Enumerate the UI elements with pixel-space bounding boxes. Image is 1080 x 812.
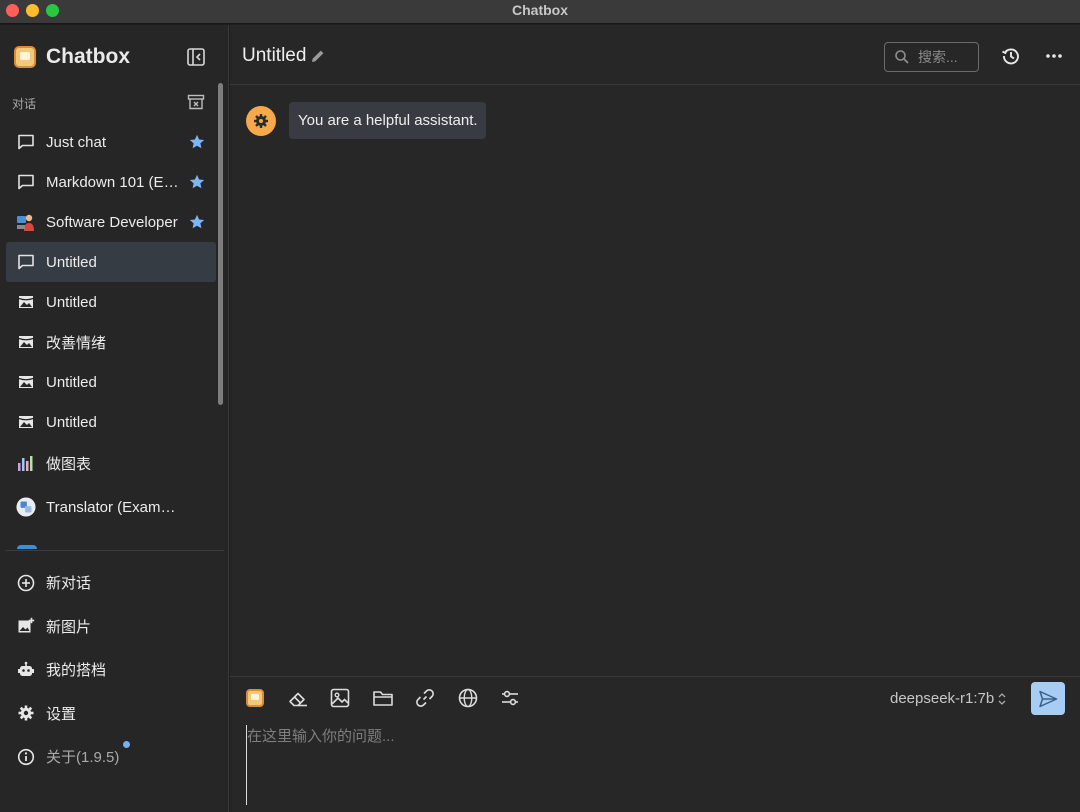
info-icon: [16, 747, 36, 767]
edit-title-icon[interactable]: [310, 48, 326, 64]
copilot-picker-button[interactable]: [244, 687, 266, 709]
conversation-label: Untitled: [46, 373, 97, 391]
system-avatar-gear-icon[interactable]: [246, 106, 276, 136]
composer: deepseek-r1:7b: [230, 676, 1080, 812]
system-message: You are a helpful assistant.: [246, 102, 486, 139]
chat-bubble-icon: [16, 252, 36, 272]
divider: [6, 550, 224, 551]
archive-clear-icon[interactable]: [187, 94, 205, 110]
image-icon: [16, 292, 36, 312]
add-image-icon: [16, 616, 36, 636]
conversation-item[interactable]: Untitled: [6, 362, 216, 402]
my-copilots-button[interactable]: 我的搭档: [6, 648, 222, 692]
conversation-label: Untitled: [46, 253, 97, 271]
search-icon: [895, 50, 909, 64]
chat-settings-button[interactable]: [499, 687, 521, 709]
sidebar-menu: 新对话 新图片 我的搭档 设置 关于(1.9.5): [6, 561, 222, 779]
conversation-item[interactable]: Untitled: [6, 282, 216, 322]
conversation-list: Just chat Markdown 101 (Example) Softwar…: [6, 122, 216, 530]
model-name: deepseek-r1:7b: [890, 690, 995, 707]
conversation-item[interactable]: Just chat: [6, 122, 216, 162]
model-selector[interactable]: deepseek-r1:7b: [890, 690, 1007, 707]
conversation-label: Untitled: [46, 413, 97, 431]
about-label: 关于(1.9.5): [46, 749, 120, 767]
my-copilots-label: 我的搭档: [46, 662, 107, 680]
about-button[interactable]: 关于(1.9.5): [6, 735, 222, 779]
sliders-icon: [502, 690, 518, 706]
link-icon: [416, 689, 434, 707]
chart-avatar-icon: [16, 453, 36, 473]
conversation-item[interactable]: Untitled: [6, 402, 216, 442]
brand: Chatbox: [14, 45, 130, 69]
new-image-button[interactable]: 新图片: [6, 605, 222, 649]
window-title: Chatbox: [512, 2, 568, 18]
send-icon: [1039, 690, 1058, 707]
send-button[interactable]: [1031, 682, 1065, 715]
search-box[interactable]: [884, 42, 979, 72]
image-icon: [16, 372, 36, 392]
globe-icon: [458, 688, 477, 708]
brand-name: Chatbox: [46, 45, 130, 68]
chat-header: Untitled: [230, 25, 1080, 85]
eraser-icon: [288, 692, 307, 707]
image-icon: [16, 332, 36, 352]
attach-link-button[interactable]: [414, 687, 436, 709]
new-chat-label: 新对话: [46, 575, 92, 593]
composer-toolbar: [244, 687, 542, 709]
sidebar-scrollbar[interactable]: [218, 83, 223, 405]
conversation-title: Untitled: [242, 45, 307, 66]
chat-bubble-icon: [16, 132, 36, 152]
history-icon[interactable]: [1001, 46, 1021, 66]
more-options-icon[interactable]: [1044, 46, 1064, 66]
conversation-label: Just chat: [46, 133, 107, 151]
gear-icon: [16, 703, 36, 723]
conversation-label: Markdown 101 (Example): [46, 173, 179, 191]
developer-avatar-icon: [16, 212, 36, 232]
folder-icon: [372, 691, 393, 706]
clear-context-button[interactable]: [287, 687, 309, 709]
star-icon[interactable]: [188, 133, 206, 151]
conversation-label: 改善情绪: [46, 334, 107, 352]
attach-image-button[interactable]: [329, 687, 351, 709]
system-message-bubble[interactable]: You are a helpful assistant.: [289, 102, 486, 139]
chatbox-logo-icon: [14, 46, 36, 68]
conversation-label: Untitled: [46, 293, 97, 311]
conversation-item[interactable]: Software Developer: [6, 202, 216, 242]
star-icon[interactable]: [188, 173, 206, 191]
message-input[interactable]: [246, 725, 1046, 805]
chat-bubble-icon: [16, 172, 36, 192]
web-search-button[interactable]: [457, 687, 479, 709]
update-indicator-dot: [123, 741, 130, 748]
star-icon[interactable]: [188, 213, 206, 231]
attach-file-button[interactable]: [372, 687, 394, 709]
conversation-label: Translator (Example): [46, 498, 179, 516]
add-circle-icon: [16, 573, 36, 593]
collapse-sidebar-icon[interactable]: [186, 47, 206, 67]
translator-avatar-icon: [16, 497, 36, 517]
main-panel: Untitled You are a helpful assistant.: [230, 25, 1080, 812]
chatbox-logo-icon: [246, 689, 264, 707]
image-icon: [330, 688, 350, 708]
new-image-label: 新图片: [46, 618, 92, 636]
settings-label: 设置: [46, 705, 77, 723]
chevron-up-down-icon: [998, 692, 1006, 705]
robot-icon: [16, 660, 36, 680]
conversation-item[interactable]: 做图表: [6, 442, 216, 484]
partial-avatar-icon: [17, 545, 37, 549]
conversation-item-active[interactable]: Untitled: [6, 242, 216, 282]
conversation-label: Software Developer: [46, 213, 178, 231]
settings-button[interactable]: 设置: [6, 692, 222, 736]
conversation-item[interactable]: Markdown 101 (Example): [6, 162, 216, 202]
conversation-item[interactable]: Translator (Example): [6, 484, 216, 530]
conversation-label: 做图表: [46, 455, 92, 473]
sidebar: Chatbox 对话 Just chat Markdown 101 (Examp…: [0, 25, 229, 812]
window-title-bar: Chatbox: [0, 0, 1080, 24]
image-icon: [16, 412, 36, 432]
new-chat-button[interactable]: 新对话: [6, 561, 222, 605]
search-input[interactable]: [918, 49, 978, 65]
conversation-item[interactable]: 改善情绪: [6, 322, 216, 362]
section-label-conversations: 对话: [12, 97, 37, 111]
